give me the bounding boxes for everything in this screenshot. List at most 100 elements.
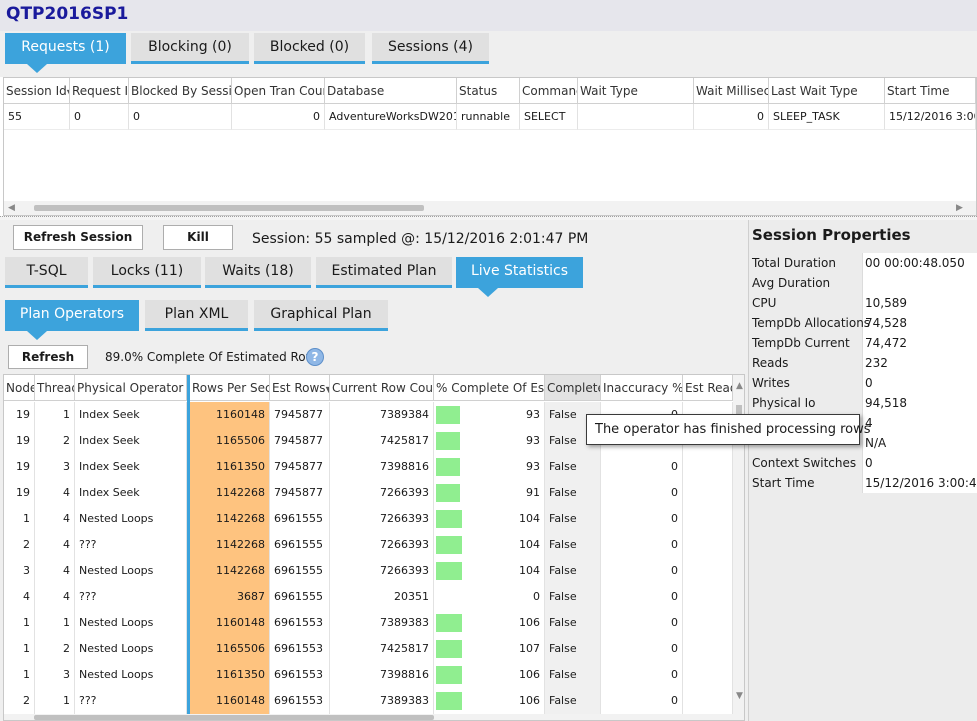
column-header[interactable]: Start Time [885,78,976,104]
table-cell: 7945877 [270,480,330,506]
table-cell: 7945877 [270,402,330,428]
column-header[interactable]: % Complete Of Est [434,375,545,401]
table-cell: 7266393 [330,558,434,584]
tab-blocked[interactable]: Blocked (0) [254,33,365,64]
horizontal-scrollbar[interactable] [4,714,733,720]
table-cell: 19 [4,428,35,454]
column-header[interactable]: Open Tran Count [232,78,325,104]
tab-live-statistics[interactable]: Live Statistics [456,257,583,297]
arrow-up-icon[interactable]: ▲ [736,379,743,393]
table-cell [578,104,694,130]
table-cell: 93 [434,454,545,480]
column-header[interactable]: Request Id [70,78,129,104]
table-cell: 0 [601,610,683,636]
tab-plan-operators[interactable]: Plan Operators [5,300,139,340]
property-row: TempDb Current 74,472 [749,333,977,353]
tab-sessions[interactable]: Sessions (4) [372,33,489,64]
column-header[interactable]: Est Read [683,375,733,401]
table-cell: False [545,558,601,584]
tab-requests[interactable]: Requests (1) [5,33,126,73]
column-header[interactable]: Last Wait Type [769,78,885,104]
column-header[interactable]: Status [457,78,520,104]
table-cell: 0 [70,104,129,130]
column-header[interactable]: Wait Millisecs [694,78,769,104]
table-cell: 2 [4,688,35,714]
table-cell [683,584,733,610]
table-cell: 1165506 [190,428,270,454]
table-cell: 104 [434,506,545,532]
table-cell: 7945877 [270,454,330,480]
column-header[interactable]: Session Id▼ [4,78,70,104]
table-cell: 91 [434,480,545,506]
column-header[interactable]: Est Rows▼ [270,375,330,401]
column-header[interactable]: Complete [545,375,601,401]
table-cell [683,454,733,480]
scroll-thumb[interactable] [34,715,434,720]
tab-tsql[interactable]: T-SQL [5,257,88,288]
arrow-left-icon[interactable]: ◀ [8,201,15,215]
table-cell: False [545,532,601,558]
session-properties-panel: Session Properties Total Duration 00 00:0… [748,220,977,721]
table-cell: 7266393 [330,532,434,558]
table-cell: False [545,506,601,532]
sampled-time: 15/12/2016 2:01:47 PM [424,231,589,247]
table-cell: Nested Loops [75,662,187,688]
column-header[interactable]: Database [325,78,457,104]
property-row: Writes 0 [749,373,977,393]
tab-estimated-plan[interactable]: Estimated Plan [316,257,452,288]
column-header[interactable]: Physical Operator [75,375,187,401]
table-cell: False [545,688,601,714]
column-header[interactable]: Rows Per Sec [190,375,270,401]
table-cell: 93 [434,402,545,428]
table-cell: 7389384 [330,402,434,428]
scroll-thumb[interactable] [34,205,424,211]
title-bar: QTP2016SP1 [0,0,977,31]
table-cell: 4 [35,532,75,558]
property-row: TempDb Allocations 74,528 [749,313,977,333]
column-header[interactable]: Command [520,78,578,104]
column-header[interactable]: Wait Type [578,78,694,104]
percent-value: 104 [519,538,540,551]
column-header[interactable]: Current Row Count [330,375,434,401]
refresh-button[interactable]: Refresh [8,345,88,369]
arrow-right-icon[interactable]: ▶ [956,201,963,215]
column-header[interactable]: Blocked By Session [129,78,232,104]
property-key: TempDb Allocations [752,316,871,330]
arrow-down-icon[interactable]: ▼ [736,689,743,703]
kill-button[interactable]: Kill [163,225,233,250]
tab-plan-xml[interactable]: Plan XML [145,300,248,331]
refresh-session-button[interactable]: Refresh Session [13,225,143,250]
column-header[interactable]: Inaccuracy % [601,375,683,401]
table-cell: 7425817 [330,428,434,454]
requests-grid: Session Id▼ Request Id Blocked By Sessio… [3,77,977,216]
table-cell: 0 [601,454,683,480]
property-value-cell [862,273,977,293]
progress-bar [436,640,462,658]
table-cell: 4 [35,506,75,532]
table-cell: Index Seek [75,454,187,480]
column-header[interactable]: Node [4,375,35,401]
property-row: CPU 10,589 [749,293,977,313]
help-icon[interactable]: ? [306,348,324,366]
table-cell: 7398816 [330,662,434,688]
property-value: 15/12/2016 3:00:45 AM [865,476,977,490]
table-cell: 6961553 [270,610,330,636]
table-cell: 7398816 [330,454,434,480]
tab-graphical-plan[interactable]: Graphical Plan [254,300,388,331]
table-cell: 15/12/2016 3:00:45 AM [885,104,976,130]
tab-blocking[interactable]: Blocking (0) [131,33,249,64]
column-header[interactable]: Thread [35,375,75,401]
table-cell: 0 [601,558,683,584]
table-cell: 3 [35,662,75,688]
table-cell: 6961555 [270,532,330,558]
table-cell: False [545,662,601,688]
tab-waits[interactable]: Waits (18) [205,257,311,288]
table-cell: Nested Loops [75,506,187,532]
table-cell: ??? [75,532,187,558]
tab-locks[interactable]: Locks (11) [93,257,201,288]
progress-bar [436,432,460,450]
session-id: 55 [314,231,333,247]
session-properties-title: Session Properties [752,226,911,244]
horizontal-scrollbar[interactable]: ◀ ▶ [4,201,976,215]
property-value: 0 [865,376,873,390]
